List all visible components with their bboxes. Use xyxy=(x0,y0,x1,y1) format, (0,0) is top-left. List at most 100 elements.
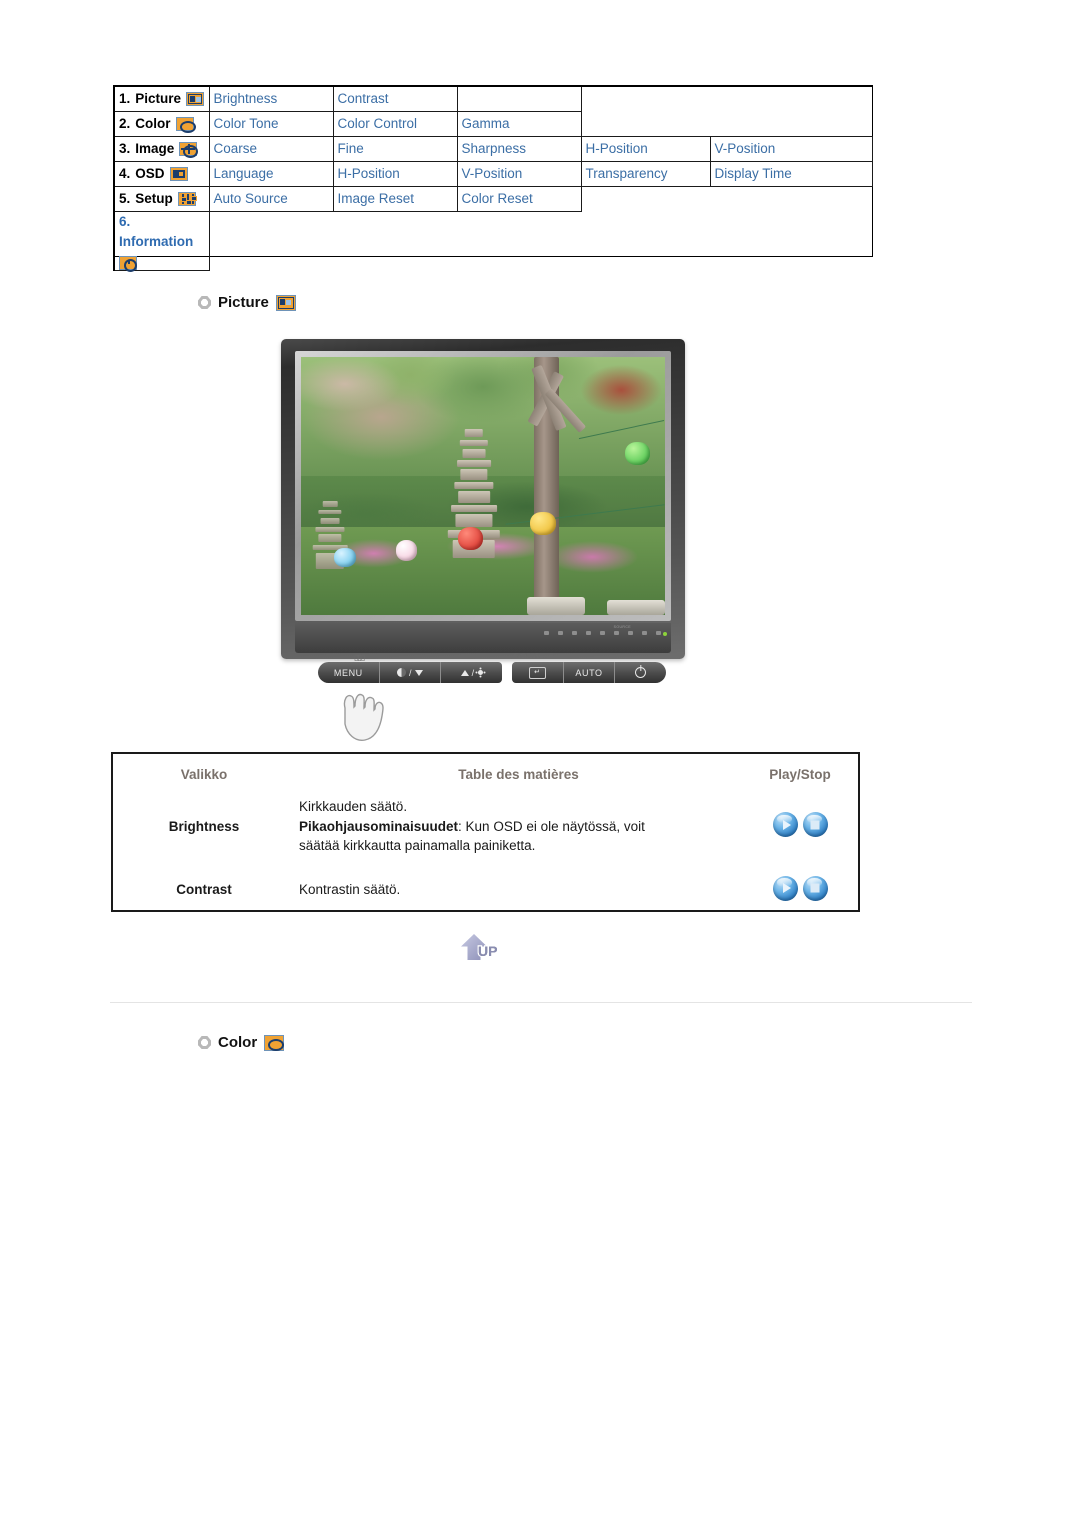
desc-line: Pikaohjausominaisuudet: Kun OSD ei ole n… xyxy=(299,817,742,837)
menu-map-spacer xyxy=(581,86,710,111)
menu-item-brightness[interactable]: Brightness xyxy=(208,85,334,112)
menu-map-spacer xyxy=(710,211,873,270)
desc-bold-term: Pikaohjausominaisuudet xyxy=(299,818,459,834)
menu-index: 6. xyxy=(119,213,131,229)
menu-index: 3. xyxy=(119,141,131,156)
desc-line-rest: : Kun OSD ei ole näytössä, voit xyxy=(458,818,645,834)
hand-cursor-icon xyxy=(343,693,384,741)
desc-line: Kirkkauden säätö. xyxy=(299,799,408,814)
menu-map-spacer xyxy=(581,211,710,270)
menu-item-osd-v-position[interactable]: V-Position xyxy=(456,160,582,187)
menu-item-image-reset[interactable]: Image Reset xyxy=(332,185,458,212)
menu-map-category-picture[interactable]: 1. Picture xyxy=(113,85,210,112)
section-title: Color xyxy=(218,1034,258,1051)
stop-button[interactable] xyxy=(802,875,828,901)
menu-tick-marks: ▯▯▯ xyxy=(354,653,365,662)
section-title: Picture xyxy=(218,294,269,311)
menu-item-sharpness[interactable]: Sharpness xyxy=(456,135,582,162)
auto-button[interactable]: AUTO xyxy=(564,662,616,683)
menu-map-spacer xyxy=(710,186,873,211)
table-row: Brightness Kirkkauden säätö. Pikaohjauso… xyxy=(113,791,858,862)
menu-description-table: Valikko Table des matières Play/Stop Bri… xyxy=(111,752,860,912)
section-heading-color: Color xyxy=(198,1034,285,1051)
menu-map-table: 1. Picture Brightness Contrast 2. Color … xyxy=(113,85,873,272)
information-icon xyxy=(119,255,137,272)
menu-item-osd-h-position[interactable]: H-Position xyxy=(332,160,458,187)
up-navigation-button[interactable]: UP UP xyxy=(461,934,513,966)
menu-item-fine[interactable]: Fine xyxy=(332,135,458,162)
menu-button-label: MENU xyxy=(333,667,363,678)
row-controls-brightness xyxy=(742,791,858,862)
menu-category-label: Setup xyxy=(135,191,173,206)
menu-map-category-color[interactable]: 2. Color xyxy=(113,110,210,137)
button-group-right: ↵ AUTO xyxy=(512,662,666,683)
monitor-screen-photo xyxy=(301,357,665,615)
description-table: Valikko Table des matières Play/Stop Bri… xyxy=(113,754,858,910)
menu-map-category-image[interactable]: 3. Image xyxy=(113,135,210,162)
menu-item-color-reset[interactable]: Color Reset xyxy=(456,185,582,212)
play-button[interactable] xyxy=(772,875,798,901)
table-row: 1. Picture Brightness Contrast xyxy=(113,85,873,112)
menu-map-category-osd[interactable]: 4. OSD xyxy=(113,160,210,187)
menu-index: 5. xyxy=(119,191,131,206)
menu-category-label: Color xyxy=(135,116,171,131)
menu-item-language[interactable]: Language xyxy=(208,160,334,187)
table-row: Contrast Kontrastin säätö. xyxy=(113,862,858,910)
contrast-icon xyxy=(396,668,406,677)
menu-item-auto-source[interactable]: Auto Source xyxy=(208,185,334,212)
play-button[interactable] xyxy=(772,812,798,838)
column-header-description: Table des matières xyxy=(458,767,579,782)
menu-map-spacer xyxy=(333,211,457,270)
image-icon xyxy=(179,141,199,158)
menu-item-contrast[interactable]: Contrast xyxy=(332,85,458,112)
contrast-down-button[interactable]: / xyxy=(380,662,442,683)
row-description-brightness: Kirkkauden säätö. Pikaohjausominaisuudet… xyxy=(295,791,742,862)
monitor-illustration: SOURCE xyxy=(281,339,685,659)
menu-item-coarse[interactable]: Coarse xyxy=(208,135,334,162)
menu-index: 2. xyxy=(119,116,131,131)
table-row: 4. OSD Language H-Position V-Position Tr… xyxy=(113,160,873,187)
table-header-row: Valikko Table des matières Play/Stop xyxy=(113,754,858,791)
source-enter-button[interactable]: ↵ xyxy=(512,662,564,683)
menu-button[interactable]: MENU xyxy=(318,662,380,683)
menu-category-label: Image xyxy=(135,141,175,156)
menu-item-color-control[interactable]: Color Control xyxy=(332,110,458,137)
menu-map-spacer xyxy=(581,111,710,136)
menu-category-label: Picture xyxy=(135,91,182,107)
setup-icon xyxy=(177,191,197,206)
desc-line: Kontrastin säätö. xyxy=(299,881,401,897)
chin-source-label: SOURCE xyxy=(613,625,631,629)
monitor-body: SOURCE xyxy=(281,339,685,659)
menu-item-gamma[interactable]: Gamma xyxy=(456,110,582,137)
menu-map-spacer xyxy=(209,211,333,270)
row-controls-contrast xyxy=(742,862,858,910)
auto-button-label: AUTO xyxy=(575,667,603,678)
power-icon xyxy=(635,667,647,678)
menu-map-category-setup[interactable]: 5. Setup xyxy=(113,185,210,212)
menu-item-v-position[interactable]: V-Position xyxy=(709,135,873,162)
menu-item-color-tone[interactable]: Color Tone xyxy=(208,110,334,137)
power-button[interactable] xyxy=(615,662,666,683)
menu-item-transparency[interactable]: Transparency xyxy=(580,160,711,187)
up-button-label: UP xyxy=(478,943,498,959)
brightness-up-button[interactable]: / xyxy=(441,662,502,683)
menu-item-empty xyxy=(456,85,582,112)
lantern-blue xyxy=(333,547,356,568)
power-led-icon xyxy=(663,632,667,636)
menu-map-category-information[interactable]: 6. Information xyxy=(113,210,210,272)
slash-separator: / xyxy=(408,667,413,678)
source-label: SOURCE xyxy=(514,651,556,660)
table-row: 3. Image Coarse Fine Sharpness H-Positio… xyxy=(113,135,873,162)
stop-button[interactable] xyxy=(802,812,828,838)
menu-map-spacer xyxy=(710,111,873,136)
picture-icon xyxy=(186,91,205,106)
slash-separator: / xyxy=(471,667,475,678)
menu-index: 4. xyxy=(119,166,131,181)
menu-category-label: Information xyxy=(119,233,194,249)
section-divider xyxy=(110,1002,972,1003)
column-header-menu: Valikko xyxy=(180,767,228,782)
menu-item-h-position[interactable]: H-Position xyxy=(580,135,711,162)
menu-item-display-time[interactable]: Display Time xyxy=(709,160,873,187)
menu-index: 1. xyxy=(119,91,131,107)
lantern-red xyxy=(457,527,483,551)
